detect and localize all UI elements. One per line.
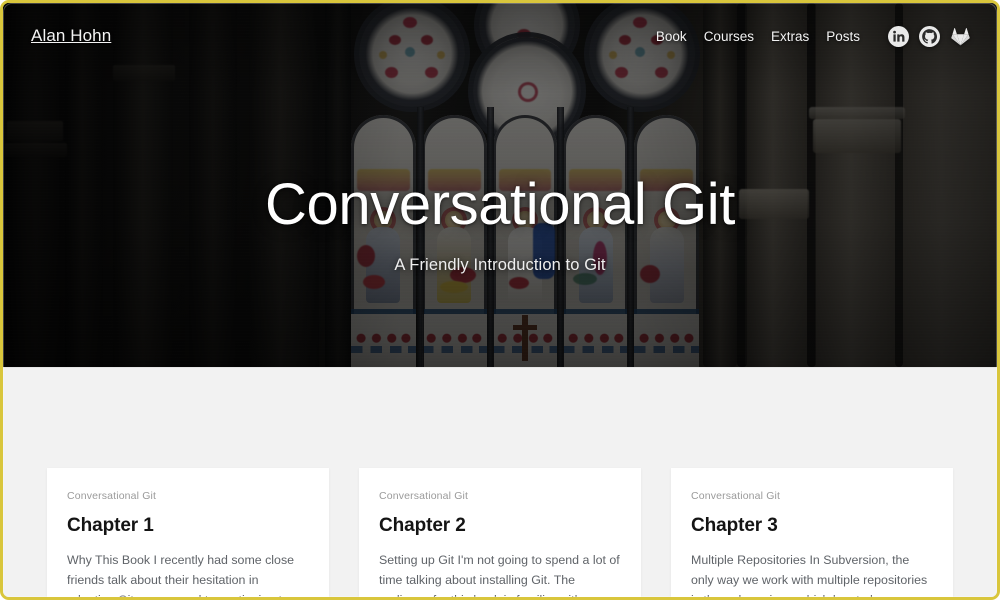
card-excerpt: Multiple Repositories In Subversion, the…	[691, 550, 933, 600]
page-content: Conversational Git Chapter 1 Why This Bo…	[3, 367, 997, 597]
chapter-card[interactable]: Conversational Git Chapter 1 Why This Bo…	[47, 468, 329, 600]
browser-window: Alan Hohn Book Courses Extras Posts	[0, 0, 1000, 600]
card-title: Chapter 3	[691, 515, 933, 537]
hero-banner: Alan Hohn Book Courses Extras Posts	[3, 3, 997, 367]
nav-link-courses[interactable]: Courses	[704, 29, 754, 44]
hero-title: Conversational Git	[3, 175, 997, 236]
nav-link-extras[interactable]: Extras	[771, 29, 809, 44]
hero-text-block: Conversational Git A Friendly Introducti…	[3, 175, 997, 275]
card-excerpt: Setting up Git I'm not going to spend a …	[379, 550, 621, 600]
chapter-card-grid: Conversational Git Chapter 1 Why This Bo…	[3, 468, 997, 600]
nav-link-book[interactable]: Book	[656, 29, 687, 44]
navbar-links: Book Courses Extras Posts	[656, 29, 860, 44]
gitlab-icon[interactable]	[950, 26, 971, 47]
chapter-card[interactable]: Conversational Git Chapter 3 Multiple Re…	[671, 468, 953, 600]
site-navbar: Alan Hohn Book Courses Extras Posts	[3, 3, 997, 69]
hero-subtitle: A Friendly Introduction to Git	[3, 256, 997, 275]
card-kicker: Conversational Git	[67, 490, 309, 502]
card-kicker: Conversational Git	[691, 490, 933, 502]
site-brand-link[interactable]: Alan Hohn	[31, 26, 111, 46]
card-excerpt: Why This Book I recently had some close …	[67, 550, 309, 600]
card-title: Chapter 2	[379, 515, 621, 537]
navbar-right-group: Book Courses Extras Posts	[656, 26, 971, 47]
nav-link-posts[interactable]: Posts	[826, 29, 860, 44]
chapter-card[interactable]: Conversational Git Chapter 2 Setting up …	[359, 468, 641, 600]
linkedin-icon[interactable]	[888, 26, 909, 47]
social-links	[888, 26, 971, 47]
card-title: Chapter 1	[67, 515, 309, 537]
github-icon[interactable]	[919, 26, 940, 47]
card-kicker: Conversational Git	[379, 490, 621, 502]
